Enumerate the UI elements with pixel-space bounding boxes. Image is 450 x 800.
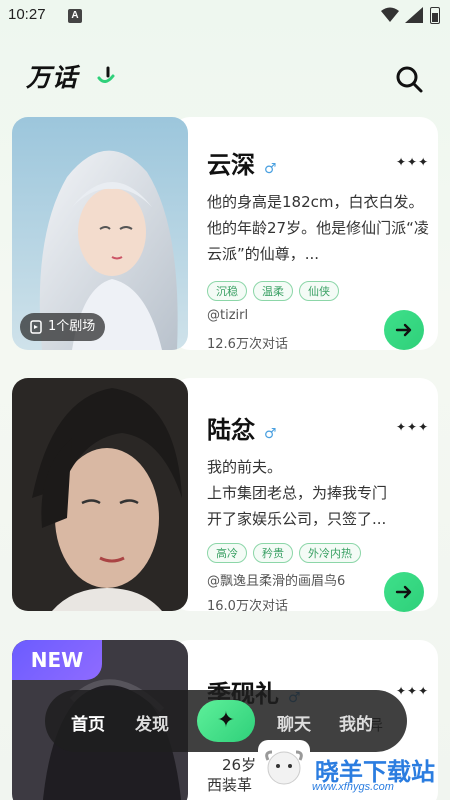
character-card[interactable]: 1个剧场 云深 ♂ ✦✦✦ 他的身高是182cm，白衣白发。他的年龄27岁。他是… bbox=[12, 117, 438, 352]
notification-icon: A bbox=[68, 9, 82, 23]
signal-icon bbox=[405, 7, 423, 23]
tag-list: 高冷 矜贵 外冷内热 bbox=[207, 543, 361, 563]
watermark-url: www.xfhygs.com bbox=[312, 781, 394, 793]
tag: 沉稳 bbox=[207, 281, 247, 301]
description-line: 我的前夫。 bbox=[207, 458, 283, 476]
description-line: 上市集团老总，为捧我专门 bbox=[207, 484, 388, 502]
start-chat-button[interactable] bbox=[384, 572, 424, 612]
sparkle-icon[interactable]: ✦✦✦ bbox=[396, 420, 429, 434]
nav-discover[interactable]: 发现 bbox=[135, 710, 169, 735]
author-handle[interactable]: @tizirl bbox=[207, 308, 248, 323]
character-portrait[interactable] bbox=[12, 378, 188, 611]
search-icon[interactable] bbox=[394, 64, 424, 94]
create-button[interactable]: ✦ bbox=[197, 700, 255, 742]
character-name: 云深 bbox=[207, 151, 255, 179]
author-handle[interactable]: @飘逸且柔滑的画眉鸟6 bbox=[207, 570, 345, 589]
chat-count: 16.0万次对话 bbox=[207, 599, 288, 614]
new-badge: NEW bbox=[12, 640, 102, 680]
tag: 矜贵 bbox=[253, 543, 293, 563]
tag: 外冷内热 bbox=[299, 543, 361, 563]
chat-count: 12.6万次对话 bbox=[207, 337, 288, 352]
tag: 仙侠 bbox=[299, 281, 339, 301]
character-description: 他的身高是182cm，白衣白发。他的年龄27岁。他是修仙门派“凌云派”的仙尊，.… bbox=[207, 193, 429, 263]
episode-count: 1个剧场 bbox=[48, 319, 96, 334]
sheep-mascot-icon bbox=[258, 740, 310, 792]
character-description: 我的前夫。 上市集团老总，为捧我专门 开了家娱乐公司，只签了... bbox=[207, 454, 429, 532]
nav-profile[interactable]: 我的 bbox=[339, 710, 373, 735]
nav-chat[interactable]: 聊天 bbox=[277, 710, 311, 735]
bottom-nav: 首页 发现 ✦ 聊天 我的 bbox=[45, 690, 407, 752]
male-icon: ♂ bbox=[264, 161, 277, 177]
start-chat-button[interactable] bbox=[384, 310, 424, 350]
character-portrait[interactable]: 1个剧场 bbox=[12, 117, 188, 350]
episode-badge[interactable]: 1个剧场 bbox=[20, 313, 106, 341]
app-logo: 万话 bbox=[26, 63, 79, 92]
male-icon: ♂ bbox=[264, 426, 277, 442]
sparkle-icon[interactable]: ✦✦✦ bbox=[396, 684, 429, 698]
character-name: 陆忿 bbox=[207, 416, 255, 444]
tag-list: 沉稳 温柔 仙侠 bbox=[207, 281, 339, 301]
description-line: 开了家娱乐公司，只签了... bbox=[207, 510, 387, 528]
battery-icon bbox=[430, 7, 440, 24]
nav-home[interactable]: 首页 bbox=[71, 710, 105, 735]
episode-icon bbox=[30, 320, 42, 334]
wifi-icon bbox=[381, 7, 399, 22]
tag: 高冷 bbox=[207, 543, 247, 563]
arrow-right-icon bbox=[395, 323, 412, 337]
character-card[interactable]: 陆忿 ♂ ✦✦✦ 我的前夫。 上市集团老总，为捧我专门 开了家娱乐公司，只签了.… bbox=[12, 378, 438, 614]
status-bar: 10:27 A bbox=[0, 0, 450, 32]
status-time: 10:27 bbox=[8, 6, 46, 23]
logo-swirl-icon bbox=[97, 66, 115, 83]
sparkle-icon[interactable]: ✦✦✦ bbox=[396, 155, 429, 169]
tag: 温柔 bbox=[253, 281, 293, 301]
arrow-right-icon bbox=[395, 585, 412, 599]
plus-sparkle-icon: ✦ bbox=[216, 708, 236, 733]
